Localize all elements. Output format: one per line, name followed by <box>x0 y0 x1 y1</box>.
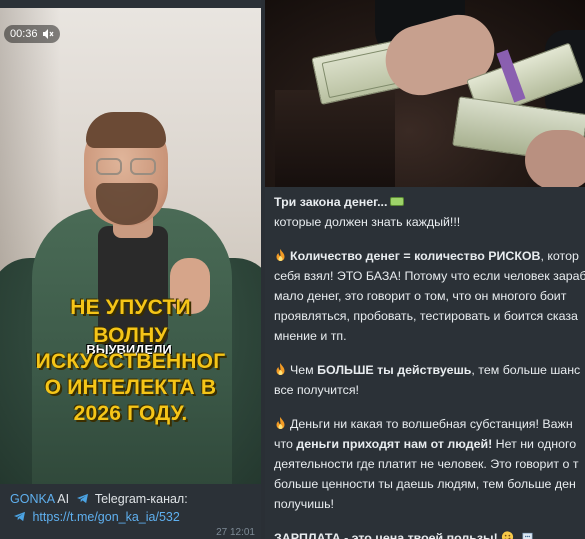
message-time: 27 12:01 <box>216 527 255 538</box>
channel-link[interactable]: https://t.me/gon_ka_ia/532 <box>32 510 179 524</box>
message-text: Три закона денег... которые должен знать… <box>274 192 585 539</box>
smirk-emoji-icon <box>502 531 514 539</box>
photo-background <box>275 90 395 187</box>
photo-hand <box>525 130 585 187</box>
text-line: Деньги ни какая то волшебная субстанция!… <box>274 414 585 434</box>
fire-emoji-icon <box>276 363 285 375</box>
money-photo[interactable] <box>265 0 585 187</box>
law-3-rest: Нет ни одного <box>492 437 577 451</box>
text-line: получишь! <box>274 497 334 511</box>
telegram-icon <box>76 493 88 504</box>
fire-emoji-icon <box>276 249 285 261</box>
photo-message: Три закона денег... которые должен знать… <box>265 0 585 539</box>
law-3-line-1: Деньги ни какая то волшебная субстанция!… <box>290 417 573 431</box>
text-line: проявляться, пробовать, тестировать и бо… <box>274 309 578 323</box>
text-line: Количество денег = количество РИСКОВ, ко… <box>274 246 585 266</box>
text-line: деятельности где платит не человек. Это … <box>274 457 579 471</box>
text-line: мало денег, это говорит о том, что он мн… <box>274 289 567 303</box>
money-emoji-icon <box>390 197 405 206</box>
post-subtitle: которые должен знать каждый!!! <box>274 215 461 229</box>
fire-emoji-icon <box>276 417 285 429</box>
law-2-prefix: Чем <box>290 363 318 377</box>
video-overlay-line-5: 2026 ГОДУ. <box>73 402 188 425</box>
text-line: что деньги приходят нам от людей! Нет ни… <box>274 434 585 454</box>
muted-speaker-icon[interactable] <box>42 28 54 40</box>
law-2-rest: , тем больше шанс <box>471 363 581 377</box>
law-2-bold: БОЛЬШЕ ты действуешь <box>317 363 472 377</box>
sender-suffix: AI <box>57 492 70 506</box>
person-hair <box>86 112 166 148</box>
video-player[interactable]: 00:36 НЕ УПУСТИ ВОЛНУ ВЫУВИДЕЛИ ИСКУССТВ… <box>0 8 261 484</box>
channel-label: Telegram-канал: <box>94 492 188 506</box>
video-message: 00:36 НЕ УПУСТИ ВОЛНУ ВЫУВИДЕЛИ ИСКУССТВ… <box>0 0 261 539</box>
law-1-rest: , котор <box>540 249 579 263</box>
law-1-bold: Количество денег = количество РИСКОВ <box>290 249 541 263</box>
caption-line-1: GONKA AI Telegram-канал: <box>10 490 251 508</box>
telegram-icon <box>14 511 25 522</box>
person-glasses <box>94 158 160 176</box>
text-line: Чем БОЛЬШЕ ты действуешь, тем больше шан… <box>274 360 585 380</box>
text-line: больше ценности ты даешь людям, тем боль… <box>274 477 576 491</box>
text-line: мнение и тп. <box>274 329 347 343</box>
text-line: Три закона денег... <box>274 192 585 212</box>
text-line: ЗАРПЛАТА - это цена твоей пользы! <box>274 528 585 539</box>
video-duration-chip[interactable]: 00:36 <box>4 25 60 43</box>
message-caption: GONKA AI Telegram-канал: https://t.me/go… <box>0 484 261 539</box>
text-line: все получится! <box>274 383 359 397</box>
video-overlay-line-3: ИСКУССТВЕННОГ <box>35 350 226 373</box>
video-overlay-line-4: О ИНТЕЛЕКТА В <box>44 376 217 399</box>
conclusion-bold: ЗАРПЛАТА - это цена твоей пользы! <box>274 531 498 539</box>
text-line: себя взял! ЭТО БАЗА! Потому что если чел… <box>274 269 585 283</box>
speech-bubble-icon <box>522 532 533 539</box>
law-3-prefix: что <box>274 437 297 451</box>
sender-name[interactable]: GONKA <box>10 492 54 506</box>
video-overlay-line-1: НЕ УПУСТИ <box>70 296 191 319</box>
law-3-bold: деньги приходят нам от людей! <box>296 437 493 451</box>
post-title: Три закона денег... <box>274 195 388 209</box>
caption-line-2: https://t.me/gon_ka_ia/532 <box>10 508 251 526</box>
video-duration: 00:36 <box>10 28 38 40</box>
